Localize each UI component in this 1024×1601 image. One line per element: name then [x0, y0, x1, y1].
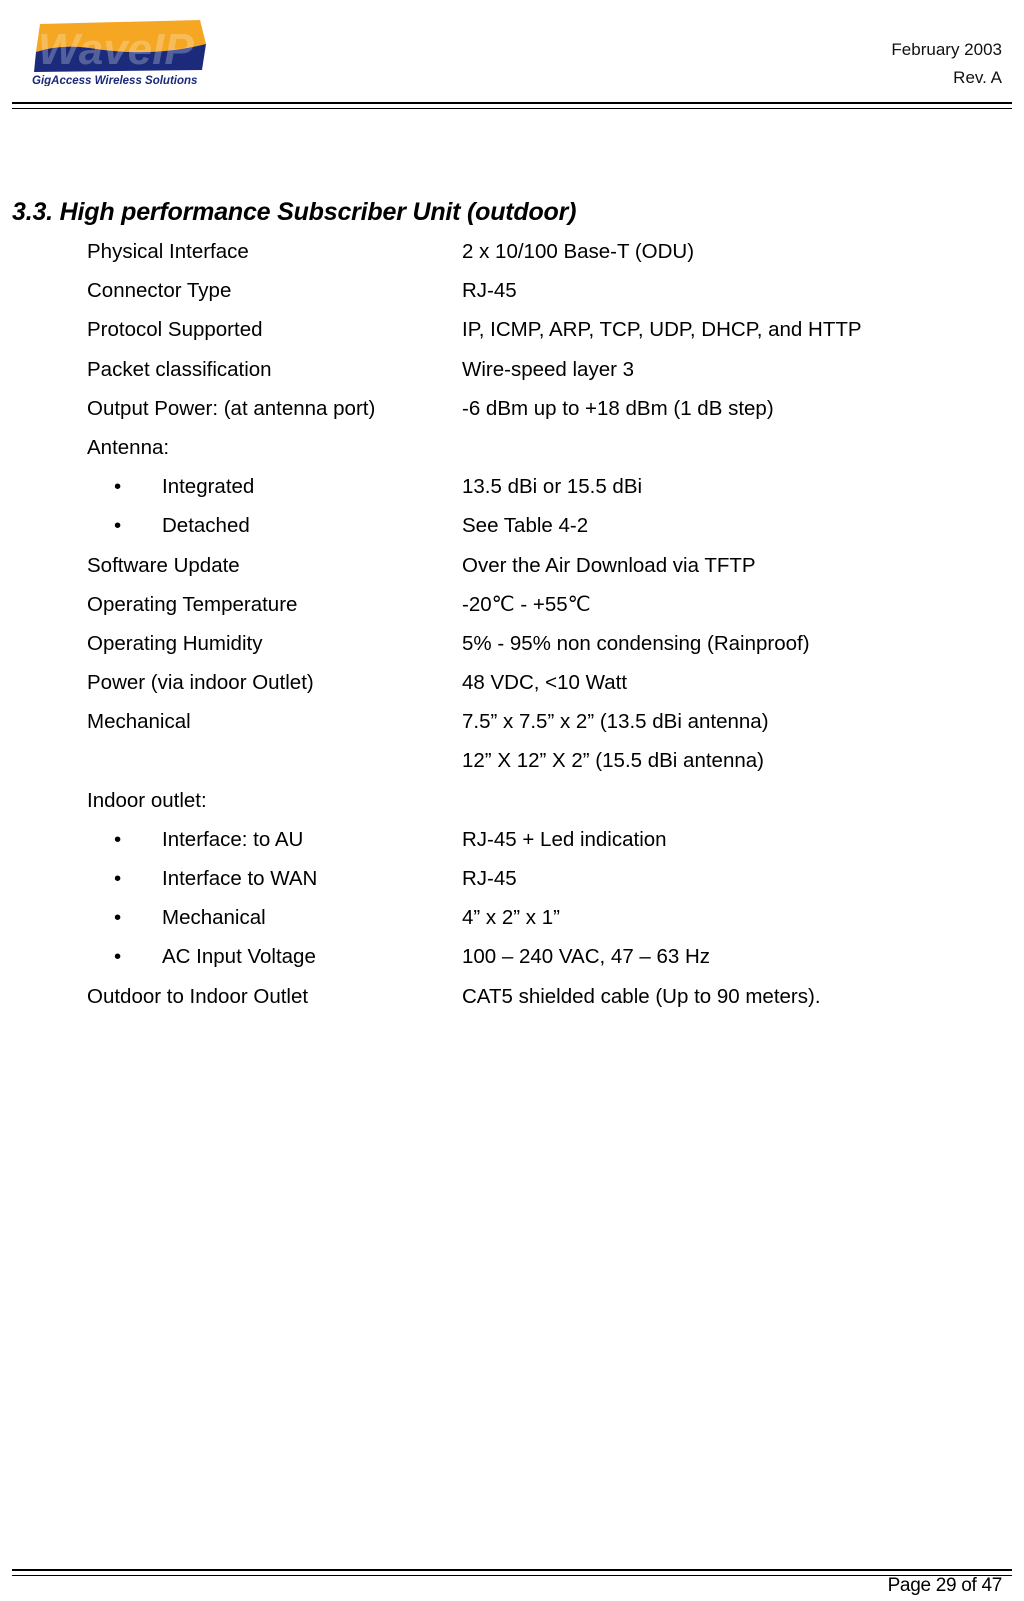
- spec-label: Physical Interface: [87, 240, 249, 263]
- spec-row: • Mechanical 4” x 2” x 1”: [0, 903, 1024, 942]
- waveip-logo-graphic: WaveIP GigAccess Wireless Solutions: [32, 20, 206, 86]
- spec-value: 7.5” x 7.5” x 2” (13.5 dBi antenna): [462, 710, 769, 734]
- spec-row: Packet classification Wire-speed layer 3: [0, 355, 1024, 394]
- spec-label: Packet classification: [87, 357, 272, 381]
- footer-divider: [12, 1569, 1012, 1576]
- spec-label: Power (via indoor Outlet): [87, 671, 314, 695]
- spec-row: Physical Interface 2 x 10/100 Base-T (ODU…: [0, 237, 1024, 276]
- spec-row: Connector Type RJ-45: [0, 276, 1024, 315]
- spec-row: Operating Temperature -20℃ - +55℃: [0, 590, 1024, 629]
- bullet-icon: •: [114, 867, 122, 890]
- spec-label: Connector Type: [87, 279, 232, 303]
- spec-value: IP, ICMP, ARP, TCP, UDP, DHCP, and HTTP: [462, 318, 862, 342]
- spec-value: 5% - 95% non condensing (Rainproof): [462, 631, 810, 655]
- spec-value: RJ-45: [462, 279, 517, 303]
- spec-value: -6 dBm up to +18 dBm (1 dB step): [462, 396, 774, 420]
- spec-label: Outdoor to Indoor Outlet: [87, 984, 309, 1008]
- page-number: Page 29 of 47: [887, 1575, 1003, 1596]
- spec-row: Power (via indoor Outlet) 48 VDC, <10 Wat…: [0, 668, 1024, 707]
- spec-row: Operating Humidity 5% - 95% non condensin…: [0, 629, 1024, 668]
- section-title: 3.3. High performance Subscriber Unit (o…: [12, 198, 577, 226]
- spec-label: Interface: to AU: [162, 827, 304, 851]
- spec-row: Indoor outlet:: [0, 786, 1024, 825]
- bullet-icon: •: [114, 475, 122, 499]
- spec-value: RJ-45: [462, 867, 517, 890]
- spec-label: Software Update: [87, 553, 240, 577]
- spec-value: Wire-speed layer 3: [462, 357, 635, 381]
- header-divider: [12, 102, 1012, 109]
- bullet-icon: •: [114, 906, 122, 930]
- spec-row: Software Update Over the Air Download via…: [0, 551, 1024, 590]
- header-meta: February 2003 Rev. A: [891, 36, 1002, 92]
- spec-label: Integrated: [162, 475, 255, 499]
- spec-label: Protocol Supported: [87, 318, 263, 342]
- spec-value: 12” X 12” X 2” (15.5 dBi antenna): [462, 749, 764, 773]
- bullet-icon: •: [114, 945, 122, 969]
- logo-wordmark: WaveIP: [38, 25, 194, 74]
- spec-row: 12” X 12” X 2” (15.5 dBi antenna): [0, 746, 1024, 785]
- spec-row: Mechanical 7.5” x 7.5” x 2” (13.5 dBi ant…: [0, 707, 1024, 746]
- spec-row: • Integrated 13.5 dBi or 15.5 dBi: [0, 472, 1024, 511]
- document-revision: Rev. A: [953, 68, 1002, 87]
- bullet-icon: •: [114, 827, 122, 851]
- spec-row: Protocol Supported IP, ICMP, ARP, TCP, UD…: [0, 315, 1024, 354]
- spec-value: CAT5 shielded cable (Up to 90 meters).: [462, 984, 821, 1008]
- spec-label: Interface to WAN: [162, 867, 318, 890]
- spec-label: Detached: [162, 514, 250, 538]
- spec-value: 13.5 dBi or 15.5 dBi: [462, 475, 643, 499]
- spec-row: Antenna:: [0, 433, 1024, 472]
- spec-value: -20℃ - +55℃: [462, 592, 591, 616]
- spec-label: Operating Temperature: [87, 592, 298, 616]
- spec-label: Antenna:: [87, 435, 170, 459]
- spec-row: Outdoor to Indoor Outlet CAT5 shielded ca…: [0, 982, 1024, 1021]
- spec-value: See Table 4-2: [462, 514, 589, 538]
- document-date: February 2003: [891, 40, 1002, 59]
- spec-row: • Interface: to AU RJ-45 + Led indication: [0, 825, 1024, 864]
- logo-tagline: GigAccess Wireless Solutions: [32, 75, 197, 86]
- spec-label: Mechanical: [87, 710, 191, 734]
- spec-value: RJ-45 + Led indication: [462, 827, 667, 851]
- spec-label: AC Input Voltage: [162, 945, 316, 969]
- waveip-logo: WaveIP GigAccess Wireless Solutions: [30, 18, 215, 86]
- spec-list: Physical Interface 2 x 10/100 Base-T (ODU…: [0, 237, 1024, 1021]
- spec-value: 2 x 10/100 Base-T (ODU): [462, 240, 695, 263]
- spec-value: 100 – 240 VAC, 47 – 63 Hz: [462, 945, 711, 969]
- spec-value: 48 VDC, <10 Watt: [462, 671, 628, 695]
- spec-row: • AC Input Voltage 100 – 240 VAC, 47 – 63 …: [0, 942, 1024, 981]
- spec-label: Operating Humidity: [87, 631, 263, 655]
- spec-value: 4” x 2” x 1”: [462, 906, 560, 930]
- spec-row: • Detached See Table 4-2: [0, 511, 1024, 550]
- spec-row: Output Power: (at antenna port) -6 dBm up…: [0, 394, 1024, 433]
- spec-label: Indoor outlet:: [87, 788, 207, 812]
- spec-label: Mechanical: [162, 906, 266, 930]
- spec-label: Output Power: (at antenna port): [87, 396, 376, 420]
- bullet-icon: •: [114, 514, 122, 538]
- spec-value: Over the Air Download via TFTP: [462, 553, 756, 577]
- spec-row: • Interface to WAN RJ-45: [0, 864, 1024, 903]
